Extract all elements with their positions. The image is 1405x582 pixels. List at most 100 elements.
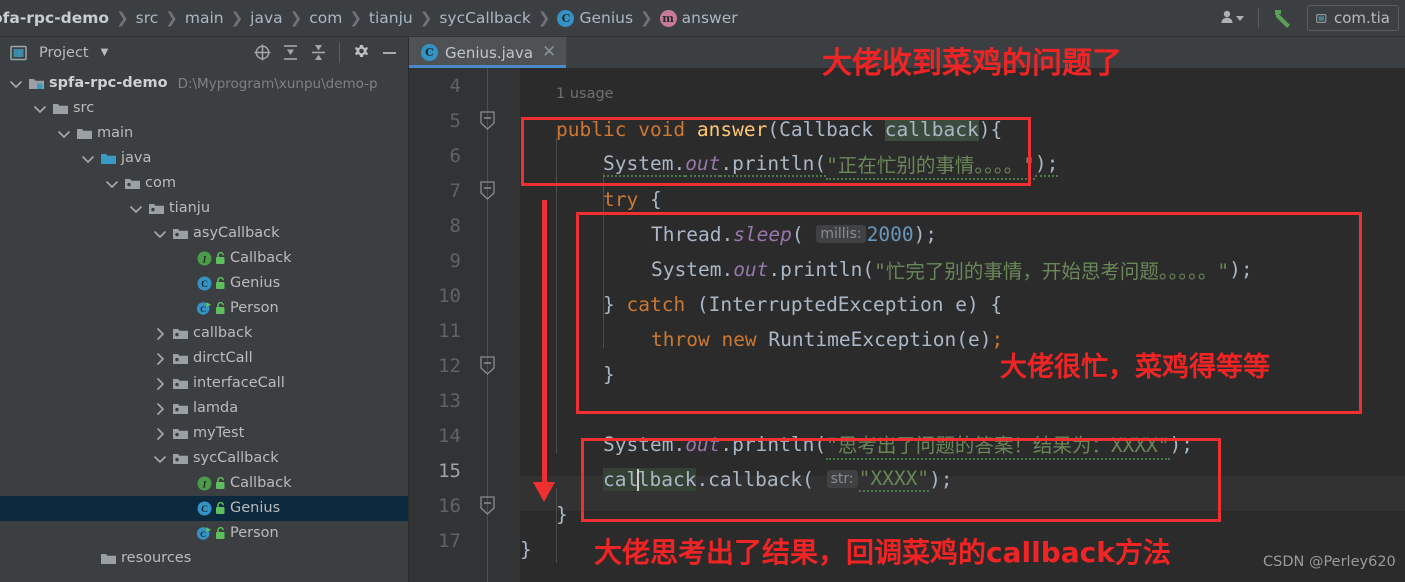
tree-item-asycallback[interactable]: asyCallback xyxy=(0,221,408,246)
code-line-11[interactable]: throw new RuntimeException(e); xyxy=(651,322,1003,357)
editor-gutter[interactable]: 4 5 6 7 8 9 10 11 12 13 14 15 16 17 xyxy=(409,68,520,582)
param-hint-str[interactable]: str: xyxy=(826,469,858,488)
code-line-6[interactable]: System. out .println("正在忙别的事情。。。。"); xyxy=(603,147,1059,182)
tree-item-genius[interactable]: C Genius xyxy=(0,271,408,296)
gutter-line-17[interactable]: 17 xyxy=(409,523,520,558)
gutter-line-4[interactable]: 4 xyxy=(409,68,520,103)
code-line-10[interactable]: } catch (InterruptedException e) { xyxy=(603,287,1002,322)
code-fold-toggle[interactable] xyxy=(479,356,496,375)
public-lock-icon xyxy=(215,301,226,315)
chevron-right-icon[interactable] xyxy=(152,327,168,341)
tree-item-main[interactable]: main xyxy=(0,121,408,146)
tree-item-dirctcall[interactable]: dirctCall xyxy=(0,346,408,371)
tree-item-java[interactable]: java xyxy=(0,146,408,171)
tree-item-mytest[interactable]: myTest xyxy=(0,421,408,446)
gutter-line-12[interactable]: 12 xyxy=(409,348,520,383)
tree-item-person[interactable]: C Person xyxy=(0,521,408,546)
tree-item-label: callback xyxy=(193,325,253,342)
chevron-down-icon[interactable] xyxy=(56,127,72,141)
code-line-12[interactable]: } xyxy=(603,357,615,392)
tree-item-syccallback[interactable]: sycCallback xyxy=(0,446,408,471)
chevron-down-icon[interactable] xyxy=(152,227,168,241)
code-line-9[interactable]: System. out .println("忙完了别的事情，开始思考问题。。。。。"… xyxy=(651,252,1253,287)
tree-item-callback[interactable]: I Callback xyxy=(0,471,408,496)
gutter-line-13[interactable]: 13 xyxy=(409,383,520,418)
tree-item-resources[interactable]: resources xyxy=(0,546,408,571)
tree-item-lamda[interactable]: lamda xyxy=(0,396,408,421)
code-line-16[interactable]: } xyxy=(556,497,568,532)
code-line-15[interactable]: callback .callback( str: "XXXX"); xyxy=(603,462,953,497)
gutter-line-5[interactable]: 5 xyxy=(409,103,520,138)
chevron-down-icon[interactable] xyxy=(128,202,144,216)
gutter-line-15[interactable]: 15 xyxy=(409,453,520,488)
collapse-all-icon[interactable] xyxy=(307,42,329,64)
gutter-line-14[interactable]: 14 xyxy=(409,418,520,453)
breadcrumb-item-answer[interactable]: m answer xyxy=(659,9,738,27)
code-line-17[interactable]: } xyxy=(520,532,532,567)
chevron-right-icon[interactable] xyxy=(152,377,168,391)
breadcrumb-item-genius[interactable]: C Genius xyxy=(557,9,633,27)
project-tree[interactable]: spfa-rpc-demo D:\Myprogram\xunpu\demo-p sr… xyxy=(0,68,408,582)
tab-genius-java[interactable]: C Genius.java ✕ xyxy=(409,37,567,68)
breadcrumb-label: Genius xyxy=(579,9,634,27)
tree-item-tianju[interactable]: tianju xyxy=(0,196,408,221)
code-content[interactable]: 1 usage public void answer(Callback call… xyxy=(520,68,1405,582)
code-editor[interactable]: 4 5 6 7 8 9 10 11 12 13 14 15 16 17 1 usage public vo… xyxy=(409,68,1405,582)
tree-item-person[interactable]: C Person xyxy=(0,296,408,321)
code-token-exception: (InterruptedException e) { xyxy=(685,293,1003,316)
breadcrumb-item-com[interactable]: com xyxy=(309,9,342,27)
code-line-7[interactable]: try { xyxy=(603,182,662,217)
chevron-down-icon[interactable] xyxy=(104,177,120,191)
code-line-5[interactable]: public void answer(Callback callback){ xyxy=(556,112,1002,147)
chevron-right-icon[interactable] xyxy=(152,402,168,416)
breadcrumb-item-main[interactable]: main xyxy=(185,9,224,27)
gutter-line-16[interactable]: 16 xyxy=(409,488,520,523)
tree-item-interfacecall[interactable]: interfaceCall xyxy=(0,371,408,396)
gear-icon[interactable] xyxy=(350,42,372,64)
param-hint-millis[interactable]: millis: xyxy=(816,224,866,243)
svg-text:C: C xyxy=(200,304,206,314)
chevron-down-icon[interactable] xyxy=(152,452,168,466)
class-badge-icon: C xyxy=(557,9,575,27)
locate-target-icon[interactable] xyxy=(251,42,273,64)
run-configuration-selector[interactable]: com.tia xyxy=(1307,5,1399,31)
chevron-down-icon[interactable] xyxy=(80,152,96,166)
toolbar-divider xyxy=(339,42,340,63)
tree-item-genius[interactable]: C Genius xyxy=(0,496,408,521)
gutter-line-8[interactable]: 8 xyxy=(409,208,520,243)
breadcrumb-item-project[interactable]: ofa-rpc-demo xyxy=(0,9,109,27)
chevron-right-icon[interactable] xyxy=(152,352,168,366)
breadcrumb-item-tianju[interactable]: tianju xyxy=(369,9,413,27)
tree-item-label: Genius xyxy=(230,500,281,517)
expand-all-icon[interactable] xyxy=(279,42,301,64)
gutter-line-9[interactable]: 9 xyxy=(409,243,520,278)
tree-item-callback[interactable]: I Callback xyxy=(0,246,408,271)
tree-item-spfa-rpc-demo[interactable]: spfa-rpc-demo D:\Myprogram\xunpu\demo-p xyxy=(0,71,408,96)
tree-item-callback[interactable]: callback xyxy=(0,321,408,346)
code-fold-toggle[interactable] xyxy=(479,496,496,515)
gutter-line-7[interactable]: 7 xyxy=(409,173,520,208)
code-token-callback-var: callback xyxy=(603,467,697,492)
minimize-icon[interactable] xyxy=(378,42,400,64)
tree-item-com[interactable]: com xyxy=(0,171,408,196)
usage-hint[interactable]: 1 usage xyxy=(556,76,614,111)
chevron-right-icon[interactable] xyxy=(152,427,168,441)
tree-item-src[interactable]: src xyxy=(0,96,408,121)
gutter-line-10[interactable]: 10 xyxy=(409,278,520,313)
build-hammer-icon[interactable] xyxy=(1271,6,1295,30)
chevron-down-icon[interactable] xyxy=(32,102,48,116)
gutter-line-11[interactable]: 11 xyxy=(409,313,520,348)
code-line-8[interactable]: Thread. sleep( millis: 2000); xyxy=(651,217,937,252)
breadcrumb-item-syccallback[interactable]: sycCallback xyxy=(439,9,531,27)
breadcrumb-item-java[interactable]: java xyxy=(250,9,282,27)
code-fold-toggle[interactable] xyxy=(479,181,496,200)
close-icon[interactable]: ✕ xyxy=(542,44,556,61)
gutter-line-6[interactable]: 6 xyxy=(409,138,520,173)
run-config-label: com.tia xyxy=(1333,9,1390,27)
code-line-14[interactable]: System. out .println("思考出了问题的答案！结果为：XXXX")… xyxy=(603,427,1193,462)
chevron-down-icon[interactable]: ▼ xyxy=(101,47,109,58)
code-fold-toggle[interactable] xyxy=(479,111,496,130)
user-dropdown-icon[interactable] xyxy=(1220,9,1246,27)
chevron-down-icon[interactable] xyxy=(8,77,24,91)
breadcrumb-item-src[interactable]: src xyxy=(136,9,159,27)
